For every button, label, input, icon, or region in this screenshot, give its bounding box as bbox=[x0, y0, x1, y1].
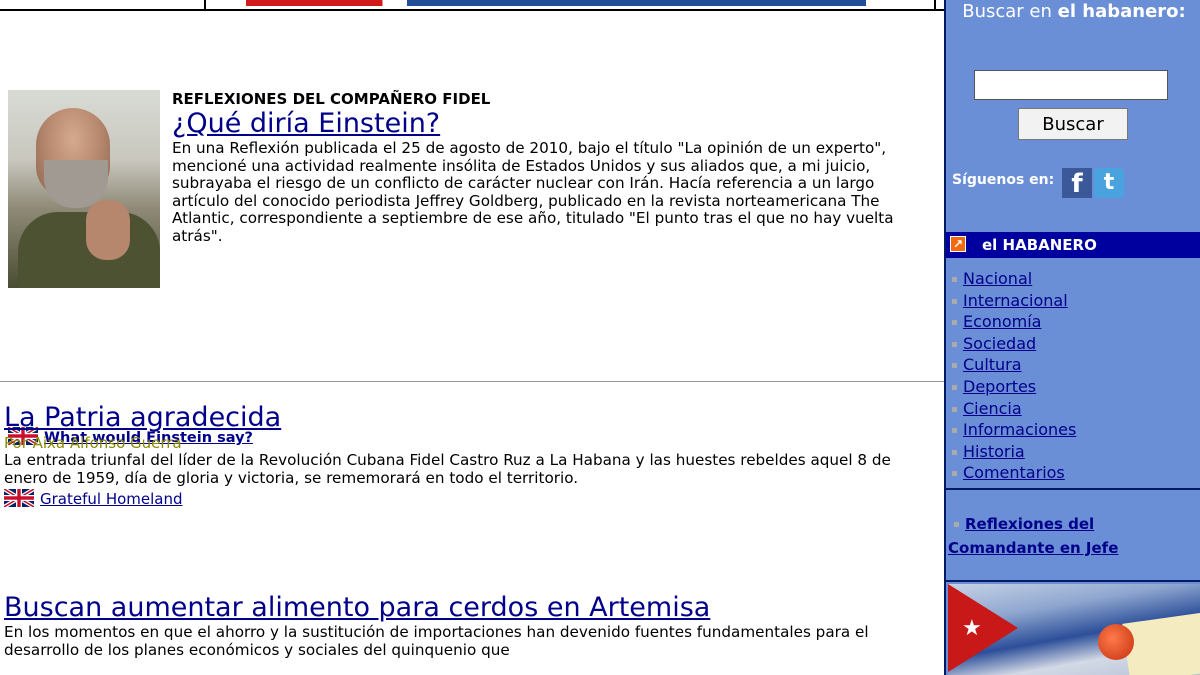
search-title: Buscar en el habanero: bbox=[946, 0, 1200, 24]
reflexiones-link[interactable]: Reflexiones del Comandante en Jefe bbox=[948, 515, 1118, 557]
sidebar-divider-2 bbox=[946, 580, 1200, 582]
nav-item: Sociedad bbox=[952, 333, 1192, 355]
reflexiones-block: Reflexiones del Comandante en Jefe bbox=[948, 512, 1198, 560]
section-header-habanero: ↗ el HABANERO bbox=[946, 232, 1200, 258]
nav-item: Historia bbox=[952, 441, 1192, 463]
banner-bottom-line bbox=[0, 9, 944, 11]
sidebar-divider bbox=[946, 488, 1200, 490]
english-version-link-2[interactable]: Grateful Homeland bbox=[40, 490, 183, 508]
uk-flag-icon bbox=[4, 489, 34, 507]
search-title-brand: el habanero: bbox=[1057, 1, 1186, 22]
banner-logo bbox=[246, 0, 866, 6]
nav-link-deportes[interactable]: Deportes bbox=[963, 377, 1036, 396]
nav-link-economia[interactable]: Economía bbox=[963, 312, 1041, 331]
bullet-icon bbox=[952, 384, 957, 390]
nav-item: Economía bbox=[952, 311, 1192, 333]
bullet-icon bbox=[952, 449, 957, 455]
header-banner-frame[interactable] bbox=[204, 0, 936, 9]
article-summary: En una Reflexión publicada el 25 de agos… bbox=[172, 139, 894, 245]
article2-summary: La entrada triunfal del líder de la Revo… bbox=[4, 451, 891, 487]
nav-link-ciencia[interactable]: Ciencia bbox=[963, 399, 1022, 418]
bullet-icon bbox=[952, 406, 957, 412]
bullet-icon bbox=[952, 471, 957, 477]
nav-item: Comentarios bbox=[952, 462, 1192, 484]
section-divider bbox=[0, 381, 944, 382]
article-kicker: REFLEXIONES DEL COMPAÑERO FIDEL bbox=[172, 90, 491, 108]
twitter-icon[interactable]: t bbox=[1094, 168, 1124, 198]
english-version-row-2: Grateful Homeland bbox=[4, 489, 934, 508]
nav-item: Informaciones bbox=[952, 419, 1192, 441]
bullet-icon bbox=[952, 341, 957, 347]
flag-triangle bbox=[948, 584, 1018, 672]
article2-byline: Por Aixa Alfonso Guerra bbox=[4, 434, 182, 452]
section-nav-list: Nacional Internacional Economía Sociedad… bbox=[952, 268, 1192, 484]
pushpin-icon bbox=[1098, 624, 1134, 660]
facebook-icon[interactable]: f bbox=[1062, 168, 1092, 199]
bullet-icon bbox=[954, 522, 959, 527]
nav-item: Nacional bbox=[952, 268, 1192, 290]
article3-summary: En los momentos en que el ahorro y la su… bbox=[4, 623, 869, 659]
nav-link-nacional[interactable]: Nacional bbox=[963, 269, 1032, 288]
nav-item: Internacional bbox=[952, 290, 1192, 312]
section-header-label: el HABANERO bbox=[982, 236, 1097, 254]
external-arrow-icon: ↗ bbox=[950, 236, 966, 252]
article-reflexiones-text: REFLEXIONES DEL COMPAÑERO FIDEL ¿Qué dir… bbox=[172, 90, 912, 245]
right-sidebar: Buscar en el habanero: Buscar Síguenos e… bbox=[944, 0, 1200, 675]
nav-item: Ciencia bbox=[952, 398, 1192, 420]
fidel-photo[interactable] bbox=[8, 90, 160, 288]
photo-hand bbox=[86, 200, 130, 260]
cuban-flag-banner[interactable]: ★ bbox=[948, 584, 1200, 675]
bullet-icon bbox=[952, 363, 957, 369]
search-button[interactable]: Buscar bbox=[1018, 108, 1128, 140]
article2-title-link[interactable]: La Patria agradecida bbox=[4, 402, 281, 434]
nav-item: Deportes bbox=[952, 376, 1192, 398]
star-icon: ★ bbox=[962, 616, 982, 641]
follow-label: Síguenos en: bbox=[952, 172, 1055, 188]
search-input[interactable] bbox=[974, 70, 1168, 100]
top-banner-strip bbox=[0, 0, 944, 12]
article-artemisa: Buscan aumentar alimento para cerdos en … bbox=[4, 592, 934, 659]
nav-item: Cultura bbox=[952, 354, 1192, 376]
article-title-link[interactable]: ¿Qué diría Einstein? bbox=[172, 108, 440, 140]
nav-link-comentarios[interactable]: Comentarios bbox=[963, 463, 1065, 482]
bullet-icon bbox=[952, 277, 957, 282]
nav-link-informaciones[interactable]: Informaciones bbox=[963, 420, 1076, 439]
main-content: REFLEXIONES DEL COMPAÑERO FIDEL ¿Qué dir… bbox=[0, 12, 944, 675]
nav-link-internacional[interactable]: Internacional bbox=[963, 291, 1068, 310]
article3-title-link[interactable]: Buscan aumentar alimento para cerdos en … bbox=[4, 592, 710, 624]
nav-link-historia[interactable]: Historia bbox=[963, 442, 1025, 461]
bullet-icon bbox=[952, 320, 957, 326]
bullet-icon bbox=[952, 428, 957, 434]
bullet-icon bbox=[952, 298, 957, 304]
search-title-prefix: Buscar en bbox=[962, 1, 1052, 22]
nav-link-cultura[interactable]: Cultura bbox=[963, 355, 1022, 374]
nav-link-sociedad[interactable]: Sociedad bbox=[963, 334, 1036, 353]
article-patria: La Patria agradecida Por Aixa Alfonso Gu… bbox=[4, 402, 934, 508]
